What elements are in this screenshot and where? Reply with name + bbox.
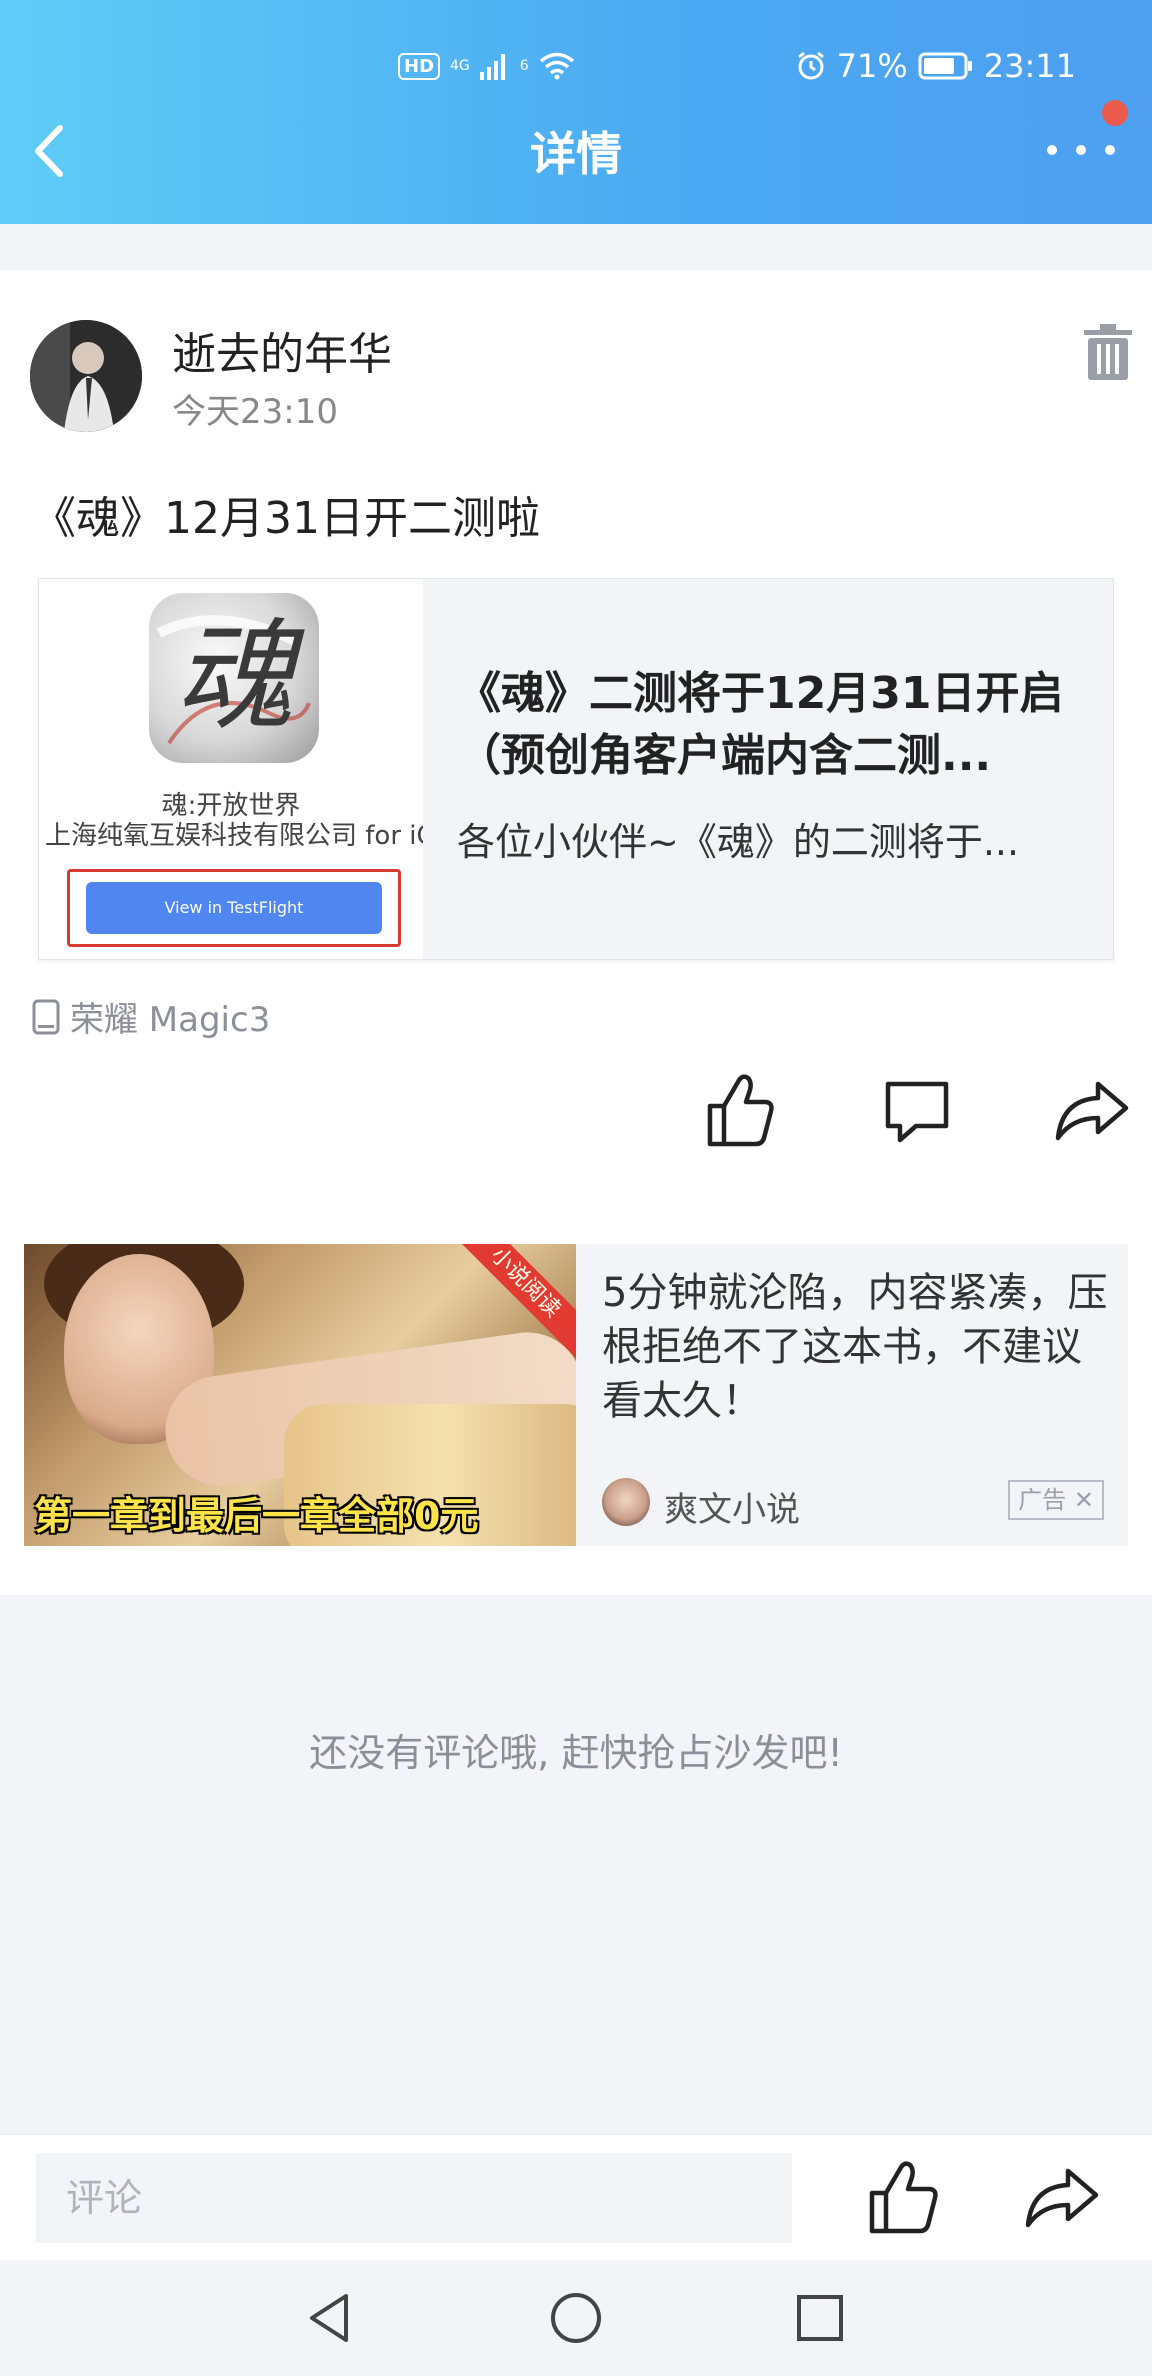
app-icon: 魂 — [149, 593, 319, 763]
square-recent-icon[interactable] — [790, 2288, 850, 2348]
highlight-frame: View in TestFlight — [67, 869, 401, 947]
alarm-icon — [797, 51, 824, 80]
notification-dot — [1102, 100, 1128, 126]
circle-home-icon[interactable] — [546, 2288, 606, 2348]
more-dots-icon[interactable] — [1044, 130, 1118, 166]
app-icon-glyph: 魂 — [174, 608, 294, 747]
share-arrow-icon[interactable] — [1024, 2165, 1100, 2231]
thumbs-up-icon[interactable] — [868, 2159, 940, 2235]
ad-source: 爽文小说 — [664, 1490, 800, 1530]
ad-image: 小说阅读 第一章到最后一章全部0元 — [24, 1244, 576, 1546]
testflight-button: View in TestFlight — [86, 882, 382, 934]
device-info: 荣耀 Magic3 — [32, 992, 270, 1041]
phone-icon — [32, 999, 60, 1034]
triangle-back-icon[interactable] — [300, 2288, 360, 2348]
link-preview-card[interactable]: 魂 魂:开放世界 上海纯氧互娱科技有限公司 for iOS View in Te… — [38, 578, 1114, 960]
post-time: 今天23:10 — [172, 392, 338, 432]
page-title: 详情 — [530, 127, 622, 181]
username[interactable]: 逝去的年华 — [172, 318, 392, 382]
wifi-icon — [539, 52, 574, 80]
signal-icon — [479, 54, 505, 80]
ad-caption: 第一章到最后一章全部0元 — [34, 1494, 479, 1538]
status-bar-left: HD 4G 6 — [398, 44, 575, 88]
user-avatar[interactable] — [30, 320, 142, 432]
battery-percent: 71% — [836, 47, 908, 85]
ad-text: 5分钟就沦陷，内容紧凑，压根拒绝不了这本书，不建议看太久！ — [602, 1270, 1108, 1424]
comment-input[interactable] — [36, 2153, 792, 2243]
hd-indicator: HD — [398, 52, 441, 80]
battery-icon — [918, 52, 972, 80]
clock: 23:11 — [983, 47, 1076, 85]
link-title: 《魂》二测将于12月31日开启（预创角客户端内含二测... — [457, 668, 1064, 781]
wifi-label: 6 — [519, 58, 529, 74]
top-app-bar: HD 4G 6 71% 23:11 详情 — [0, 0, 1152, 224]
close-icon: ✕ — [1073, 1486, 1094, 1514]
ad-close-tag[interactable]: 广告 ✕ — [1008, 1480, 1104, 1520]
thumbs-up-icon[interactable] — [706, 1070, 776, 1150]
bottom-action-bar — [0, 2134, 1152, 2260]
post-text: 《魂》12月31日开二测啦 — [32, 493, 540, 544]
ad-tag-label: 广告 — [1018, 1486, 1067, 1514]
system-nav-bar — [0, 2260, 1152, 2376]
ad-source-avatar — [602, 1478, 650, 1526]
link-description: 各位小伙伴~《魂》的二测将于... — [457, 820, 1020, 864]
status-bar-right: 71% 23:11 — [795, 44, 1076, 88]
ad-card[interactable]: 小说阅读 第一章到最后一章全部0元 5分钟就沦陷，内容紧凑，压根拒绝不了这本书，… — [24, 1244, 1128, 1546]
empty-comments-text: 还没有评论哦, 赶快抢占沙发吧! — [309, 1731, 843, 1775]
device-name: 荣耀 Magic3 — [70, 1000, 271, 1040]
link-thumbnail: 魂 魂:开放世界 上海纯氧互娱科技有限公司 for iOS View in Te… — [39, 579, 423, 959]
share-arrow-icon[interactable] — [1054, 1070, 1130, 1150]
comment-bubble-icon[interactable] — [882, 1070, 952, 1150]
trash-icon[interactable] — [1084, 322, 1132, 382]
signal-label: 4G — [450, 58, 470, 74]
post-card: 逝去的年华 今天23:10 《魂》12月31日开二测啦 魂 魂:开放世界 上海纯… — [0, 270, 1152, 1595]
app-company: 上海纯氧互娱科技有限公司 for iOS — [45, 821, 423, 851]
